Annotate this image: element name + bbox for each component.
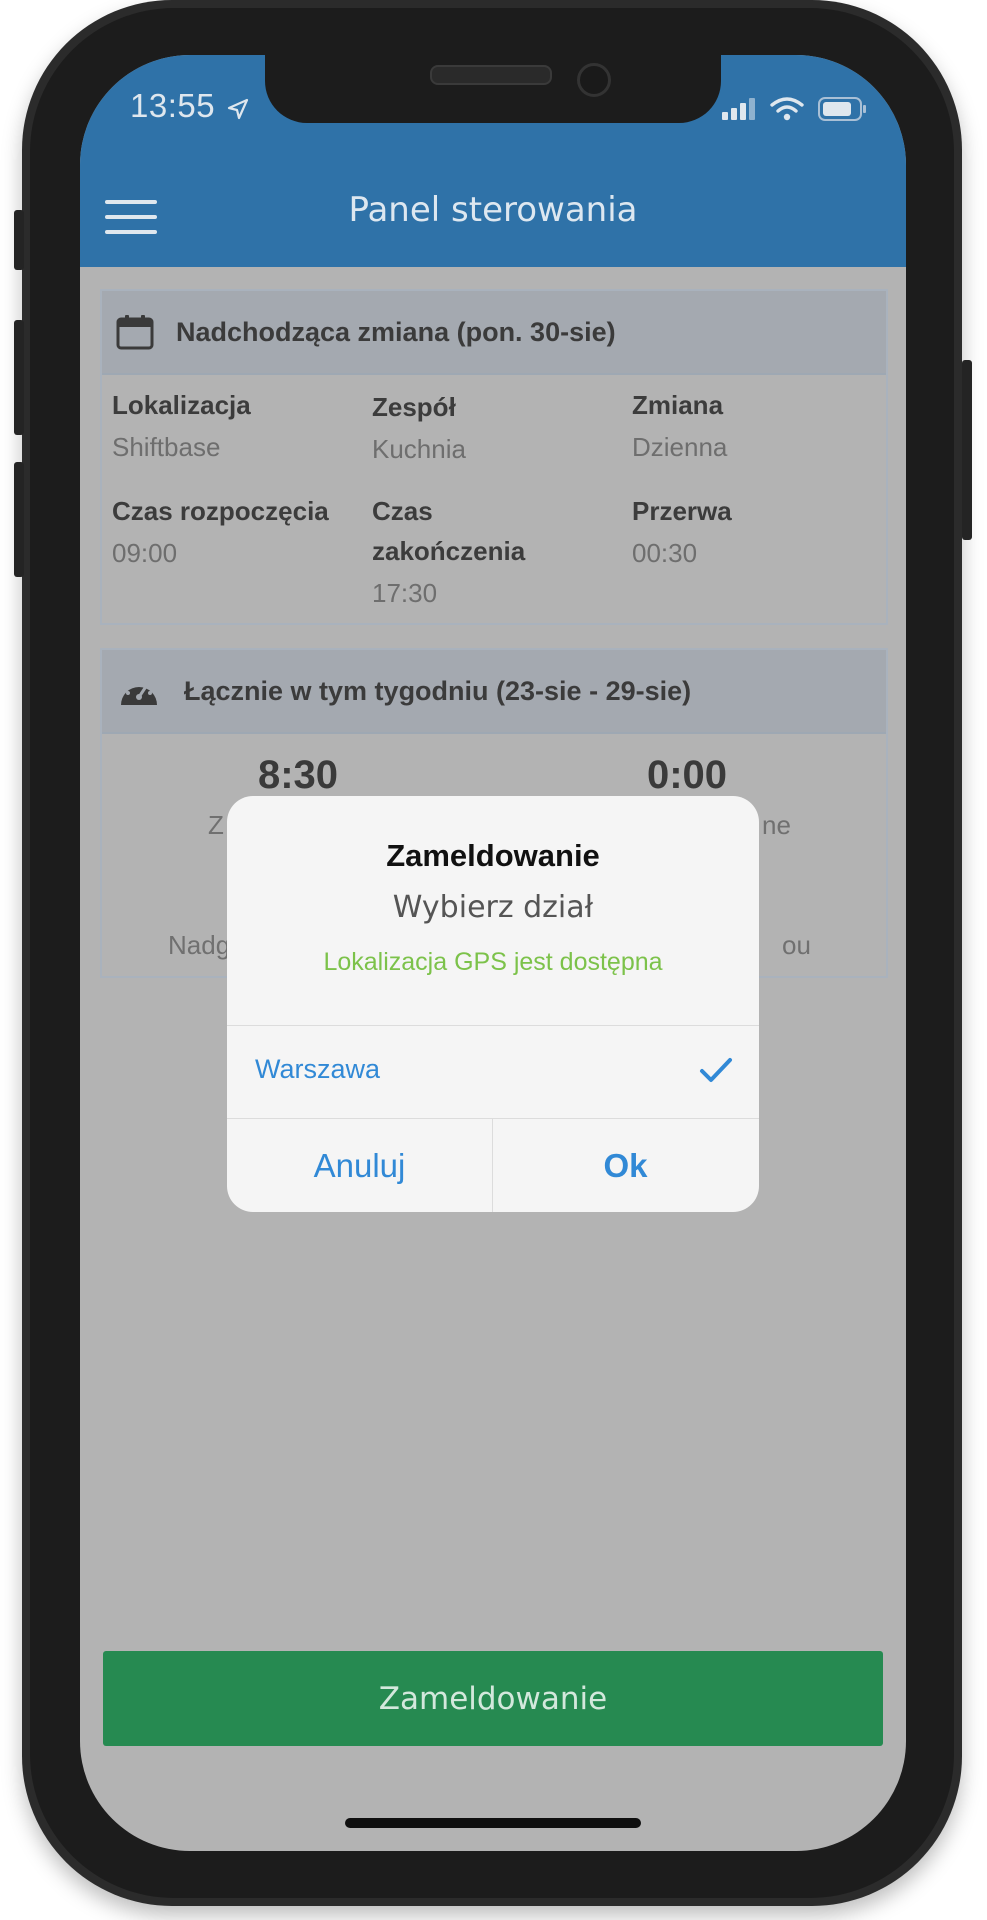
location-arrow-icon xyxy=(227,98,249,120)
earpiece-speaker xyxy=(430,65,552,85)
cancel-button[interactable]: Anuluj xyxy=(227,1119,492,1212)
upcoming-shift-card: Nadchodząca zmiana (pon. 30-sie) Lokaliz… xyxy=(100,289,888,625)
shift-label: Zmiana xyxy=(632,390,724,420)
checkmark-icon xyxy=(700,1058,732,1082)
checkin-button[interactable]: Zameldowanie xyxy=(103,1651,883,1746)
volume-down-button xyxy=(14,462,24,577)
break-cell: Przerwa 00:30 xyxy=(632,491,872,573)
status-icons xyxy=(722,97,868,121)
home-indicator[interactable] xyxy=(345,1818,641,1828)
end-time-label-line2: zakończenia xyxy=(372,536,526,566)
team-cell: Zespół Kuchnia xyxy=(372,387,612,469)
location-cell: Lokalizacja Shiftbase xyxy=(112,385,352,467)
overtime-hours-value: 0:00 xyxy=(646,753,728,797)
upcoming-shift-title: Nadchodząca zmiana (pon. 30-sie) xyxy=(176,316,616,347)
battery-icon xyxy=(818,97,866,121)
app-header: 13:55 Panel sterowania xyxy=(80,55,906,267)
break-value: 00:30 xyxy=(632,538,698,568)
department-option-warszawa[interactable]: Warszawa xyxy=(227,1026,759,1118)
ok-button[interactable]: Ok xyxy=(493,1119,758,1212)
overtime-label-fragment: ne xyxy=(762,810,791,840)
location-label: Lokalizacja xyxy=(112,390,251,420)
weekly-total-title: Łącznie w tym tygodniu (23-sie - 29-sie) xyxy=(184,675,692,706)
start-time-value: 09:00 xyxy=(112,538,178,568)
cellular-signal-icon xyxy=(722,98,755,120)
wifi-icon xyxy=(770,97,804,121)
upcoming-shift-header: Nadchodząca zmiana (pon. 30-sie) xyxy=(102,291,886,375)
silent-switch xyxy=(14,210,24,270)
front-camera xyxy=(577,63,611,97)
power-button xyxy=(962,360,972,540)
page-title: Panel sterowania xyxy=(348,190,638,230)
shift-value: Dzienna xyxy=(632,432,728,462)
end-time-cell: Czas zakończenia 17:30 xyxy=(372,491,612,613)
gps-status-text: Lokalizacja GPS jest dostępna xyxy=(323,948,663,976)
status-time: 13:55 xyxy=(130,87,216,124)
start-time-cell: Czas rozpoczęcia 09:00 xyxy=(112,491,362,573)
start-time-label: Czas rozpoczęcia xyxy=(112,496,329,526)
team-value: Kuchnia xyxy=(372,434,466,464)
dialog-subtitle: Wybierz dział xyxy=(392,890,594,925)
end-time-label-line1: Czas xyxy=(372,496,433,526)
worked-hours-label-fragment: Z xyxy=(208,810,224,840)
calendar-icon xyxy=(116,315,154,350)
end-time-value: 17:30 xyxy=(372,578,438,608)
dialog-title: Zameldowanie xyxy=(386,838,600,873)
worked-hours-value: 8:30 xyxy=(257,753,339,797)
app-screen: 13:55 Panel sterowania Nadchodząca zmian… xyxy=(80,55,906,1851)
checkin-dialog: Zameldowanie Wybierz dział Lokalizacja G… xyxy=(227,796,759,1212)
shift-cell: Zmiana Dzienna xyxy=(632,385,872,467)
overtime-bottom-label-fragment: Nadg xyxy=(168,930,231,960)
volume-up-button xyxy=(14,320,24,435)
balance-bottom-label-fragment: ou xyxy=(782,930,811,960)
dashboard-gauge-icon xyxy=(121,683,157,705)
location-value: Shiftbase xyxy=(112,432,221,462)
break-label: Przerwa xyxy=(632,496,732,526)
team-label: Zespół xyxy=(372,392,456,422)
weekly-total-header: Łącznie w tym tygodniu (23-sie - 29-sie) xyxy=(102,650,886,734)
department-option-label: Warszawa xyxy=(255,1054,381,1084)
